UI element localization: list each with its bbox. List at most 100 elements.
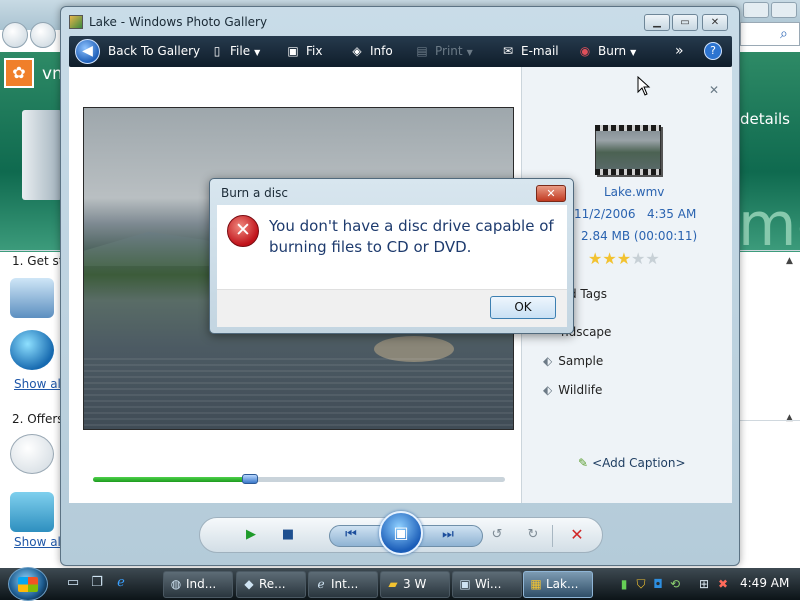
sync-icon[interactable]: ⟲ <box>668 576 682 592</box>
slideshow-icon[interactable]: ▣ <box>379 511 423 555</box>
minimize-button[interactable]: ▁ <box>644 14 670 31</box>
network-icon[interactable]: ◘ <box>651 576 665 592</box>
video-thumbnail <box>595 125 661 175</box>
chevron-up-icon[interactable]: ▲ <box>786 256 793 266</box>
taskbar-item[interactable]: ▰ 3 W <box>380 571 450 598</box>
more-options-button[interactable]: » <box>675 36 684 67</box>
chevron-up-icon[interactable]: ▲ <box>786 413 793 423</box>
file-date-time[interactable]: 11/2/2006 4:35 AM <box>574 207 696 221</box>
taskbar-item[interactable]: ▣ Wi... <box>452 571 522 598</box>
file-menu-button[interactable]: ▯ File ▼ <box>209 36 261 67</box>
connection-icon[interactable]: ⊞ <box>697 576 711 592</box>
taskbar-item-label: 3 W <box>403 577 427 591</box>
help-icon[interactable]: ? <box>704 42 722 60</box>
monitor-icon[interactable] <box>10 278 54 318</box>
mouse-cursor-icon <box>637 76 651 96</box>
star-filled-icon[interactable]: ★ <box>602 249 616 268</box>
delete-icon[interactable]: ✕ <box>566 524 588 546</box>
tag-label: Wildlife <box>558 383 603 397</box>
maximize-button[interactable]: ▭ <box>672 14 698 31</box>
computer-illustration <box>22 110 62 200</box>
seek-bar-thumb[interactable] <box>241 474 258 484</box>
star-rating[interactable]: ★★★★★ <box>588 249 660 268</box>
taskbar-item-label: Ind... <box>186 577 217 591</box>
battery-icon[interactable]: ▮ <box>617 576 631 592</box>
add-caption-button[interactable]: ✎ <Add Caption> <box>578 456 686 470</box>
info-button[interactable]: ◈ Info <box>349 36 392 67</box>
print-menu-button[interactable]: ▤ Print ▼ <box>414 36 473 67</box>
clock[interactable]: 4:49 AM <box>740 576 789 590</box>
volume-muted-icon[interactable]: ✖ <box>716 576 730 592</box>
print-label: Print <box>435 44 463 58</box>
water-texture <box>84 358 513 429</box>
tag-icon: ⬖ <box>543 383 553 397</box>
fix-button[interactable]: ▣ Fix <box>285 36 322 67</box>
previous-icon[interactable]: ⏮ <box>340 524 362 546</box>
star-filled-icon[interactable]: ★ <box>588 249 602 268</box>
document-icon: ▯ <box>213 44 221 58</box>
taskbar-item-label: Int... <box>331 577 359 591</box>
show-desktop-icon[interactable]: ▭ <box>64 575 82 591</box>
background-minimize-button[interactable] <box>743 2 769 18</box>
email-label: E-mail <box>521 44 559 58</box>
dialog-title: Burn a disc <box>221 186 288 200</box>
switch-windows-icon[interactable]: ❐ <box>88 575 106 591</box>
next-icon[interactable]: ⏭ <box>437 524 459 546</box>
tag-icon: ⬖ <box>543 354 553 368</box>
background-search-box[interactable] <box>740 22 800 46</box>
burn-menu-button[interactable]: ◉ Burn ▼ <box>577 36 637 67</box>
taskbar-item-label: Re... <box>259 577 286 591</box>
star-filled-icon[interactable]: ★ <box>617 249 631 268</box>
user-avatar: ✿ <box>4 58 34 88</box>
file-name[interactable]: Lake.wmv <box>604 185 664 199</box>
globe-icon[interactable] <box>10 330 54 370</box>
tag-item-sample[interactable]: ⬖ Sample <box>543 354 603 368</box>
email-button[interactable]: ✉ E-mail <box>500 36 559 67</box>
star-empty-icon[interactable]: ★ <box>631 249 645 268</box>
add-caption-label: <Add Caption> <box>592 456 686 470</box>
film-strip-edge <box>595 169 661 175</box>
window-icon: ◍ <box>170 577 182 591</box>
internet-explorer-icon: ℯ <box>317 577 325 591</box>
background-close-button[interactable] <box>771 2 797 18</box>
shopping-basket-icon[interactable] <box>10 492 54 532</box>
taskbar-item-active[interactable]: ▦ Lak... <box>523 571 593 598</box>
background-details-link[interactable]: details <box>740 110 790 128</box>
taskbar-item-label: Lak... <box>546 577 579 591</box>
rotate-left-icon[interactable]: ↺ <box>486 524 508 546</box>
tag-icon: ◈ <box>352 44 362 58</box>
security-shield-icon[interactable]: ⛉ <box>634 576 648 592</box>
close-icon[interactable]: ✕ <box>709 83 719 97</box>
windows-logo-icon[interactable] <box>10 434 54 474</box>
toolbar: ◀ Back To Gallery ▯ File ▼ ▣ Fix ◈ Info ▤ Pri… <box>69 36 732 67</box>
taskbar-item[interactable]: ◆ Re... <box>236 571 306 598</box>
show-all-link-2[interactable]: Show all <box>14 535 64 549</box>
taskbar-item[interactable]: ℯ Int... <box>308 571 378 598</box>
close-button[interactable]: ✕ <box>702 14 728 31</box>
search-icon[interactable]: ⌕ <box>780 26 788 42</box>
background-back-button[interactable] <box>2 22 28 48</box>
dialog-close-button[interactable]: ✕ <box>536 185 566 202</box>
stop-icon[interactable]: ■ <box>277 524 299 546</box>
internet-explorer-icon[interactable]: ℯ <box>112 575 130 591</box>
back-to-gallery-button[interactable]: Back To Gallery <box>108 36 200 67</box>
window-title: Lake - Windows Photo Gallery <box>89 15 268 29</box>
divider <box>740 420 800 421</box>
taskbar-item[interactable]: ◍ Ind... <box>163 571 233 598</box>
background-forward-button[interactable] <box>30 22 56 48</box>
tags-heading[interactable]: d Tags <box>569 287 607 301</box>
show-all-link-1[interactable]: Show all <box>14 377 64 391</box>
chevron-down-icon: ▼ <box>466 48 473 57</box>
error-icon: ✕ <box>227 215 259 247</box>
back-arrow-icon[interactable]: ◀ <box>75 39 100 64</box>
fix-label: Fix <box>306 44 323 58</box>
tag-item-wildlife[interactable]: ⬖ Wildlife <box>543 383 602 397</box>
star-empty-icon[interactable]: ★ <box>645 249 659 268</box>
dialog-message: You don't have a disc drive capable of b… <box>269 217 554 256</box>
tag-label: Sample <box>558 354 604 368</box>
file-menu-label: File <box>230 44 251 58</box>
play-icon[interactable]: ▶ <box>240 524 262 546</box>
rotate-right-icon[interactable]: ↻ <box>522 524 544 546</box>
chevron-down-icon: ▼ <box>254 48 261 57</box>
ok-button[interactable]: OK <box>490 296 556 319</box>
